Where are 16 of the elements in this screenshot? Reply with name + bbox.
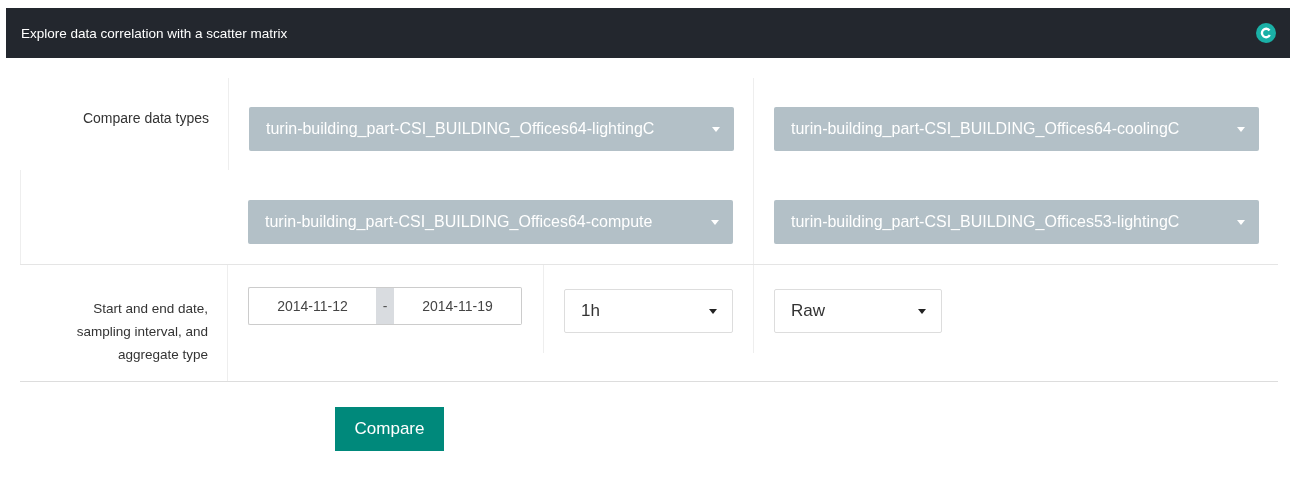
range-separator: - (376, 287, 394, 325)
caret-icon (1237, 126, 1245, 132)
caret-icon (712, 126, 720, 132)
caret-icon (918, 308, 926, 314)
field-label: Compare data types (82, 110, 209, 126)
start-date-field[interactable]: 2014-11-12 (248, 287, 376, 325)
compare-button[interactable]: Compare (335, 407, 444, 451)
caret-icon (711, 219, 719, 225)
aggregate-dropdown[interactable]: Raw (774, 289, 942, 333)
panel-title: Explore data correlation with a scatter matrix (21, 25, 288, 41)
end-date-field[interactable]: 2014-11-19 (394, 287, 522, 325)
caret-icon (1237, 219, 1245, 225)
refresh-icon[interactable] (1256, 23, 1276, 43)
interval-dropdown[interactable]: 1h (564, 289, 733, 333)
caret-icon (709, 308, 717, 314)
field-label: Start and end date, sampling interval, and aggregate type (75, 300, 208, 364)
